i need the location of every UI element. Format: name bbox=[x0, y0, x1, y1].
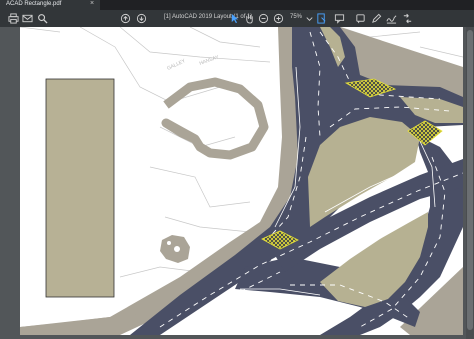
next-page-icon[interactable] bbox=[136, 13, 147, 24]
street-label-hansay: HANSAY bbox=[199, 54, 221, 67]
share-icon[interactable] bbox=[402, 13, 413, 24]
pen-icon[interactable] bbox=[371, 13, 382, 24]
pdf-page: GALLEY HANSAY bbox=[20, 27, 463, 335]
scrollbar-thumb[interactable] bbox=[467, 30, 473, 330]
tab-title: ACAD Rectangle.pdf bbox=[6, 1, 62, 7]
document-tab[interactable]: ACAD Rectangle.pdf × bbox=[0, 0, 100, 10]
zoom-out-icon[interactable] bbox=[258, 13, 269, 24]
search-icon[interactable] bbox=[37, 13, 48, 24]
zoom-dropdown-icon[interactable] bbox=[304, 13, 313, 24]
street-label-galley: GALLEY bbox=[166, 58, 187, 72]
select-cursor-icon[interactable] bbox=[229, 13, 240, 24]
drawn-rectangle bbox=[45, 78, 115, 298]
fit-page-icon[interactable] bbox=[316, 13, 327, 24]
zoom-level[interactable]: 75% bbox=[290, 14, 302, 20]
sign-icon[interactable] bbox=[386, 13, 397, 24]
prev-page-icon[interactable] bbox=[120, 13, 131, 24]
tab-close-button[interactable]: × bbox=[90, 0, 94, 7]
cad-drawing: GALLEY HANSAY bbox=[20, 27, 463, 335]
tab-bar: ACAD Rectangle.pdf × bbox=[0, 0, 474, 10]
hand-pan-icon[interactable] bbox=[244, 13, 255, 24]
comment-icon[interactable] bbox=[334, 13, 345, 24]
zoom-in-icon[interactable] bbox=[273, 13, 284, 24]
email-icon[interactable] bbox=[22, 13, 33, 24]
pdf-toolbar: [1] AutoCAD 2019 Layout (1 of 1) 75% bbox=[0, 10, 474, 27]
print-icon[interactable] bbox=[8, 13, 19, 24]
highlight-icon[interactable] bbox=[355, 13, 366, 24]
loop-road bbox=[161, 77, 269, 160]
